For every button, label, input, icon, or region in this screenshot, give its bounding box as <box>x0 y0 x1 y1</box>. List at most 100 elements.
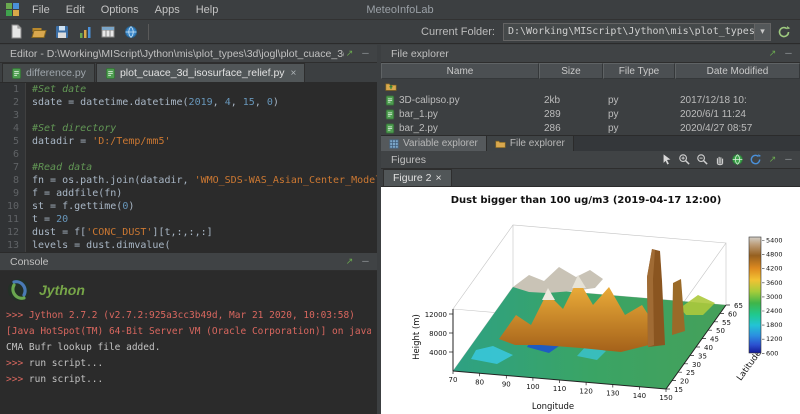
figure-canvas[interactable]: Dust bigger than 100 ug/m3 (2019-04-17 1… <box>381 187 800 414</box>
jython-logo: Jython <box>6 274 371 306</box>
zoom-in-icon[interactable] <box>678 153 691 166</box>
current-folder-combobox[interactable]: D:\Working\MIScript\Jython\mis\plot_type… <box>503 23 771 41</box>
y-tick-label: 55 <box>722 319 731 327</box>
refresh-icon[interactable] <box>774 22 794 42</box>
py-file-icon <box>385 123 395 134</box>
tab-file-explorer[interactable]: File explorer <box>487 136 574 151</box>
code-segment: fn = os.path.join(datadir, <box>32 175 195 186</box>
z-tick-label: 12000 <box>425 311 447 319</box>
rotate-icon[interactable] <box>749 153 762 166</box>
code-text <box>26 148 32 161</box>
file-explorer-controls: ↗ ─ <box>767 48 794 59</box>
pan-hand-icon[interactable] <box>714 153 726 166</box>
menu-help[interactable]: Help <box>189 3 226 17</box>
code-segment: 'CONC_DUST' <box>86 227 152 238</box>
code-segment: sdate = datetime.datetime( <box>32 97 189 108</box>
code-segment: dust = f[ <box>32 227 86 238</box>
menu-edit[interactable]: Edit <box>59 3 92 17</box>
colorbar-tick-label: 4800 <box>766 251 783 259</box>
column-header-date-modified[interactable]: Date Modified <box>675 63 800 79</box>
console-line: >>> run script... <box>6 356 371 372</box>
code-text: t = 20 <box>26 213 68 226</box>
console-line: CMA Bufr lookup file added. <box>6 340 371 356</box>
code-segment: 'WMO_SDS-WAS_Asian_Center_Model_Forecast <box>195 175 377 186</box>
code-editor[interactable]: 1#Set date 2sdate = datetime.datetime(20… <box>0 83 377 253</box>
code-line: 7#Read data <box>0 161 377 174</box>
y-tick-label: 35 <box>698 352 707 360</box>
tab-figure-2[interactable]: Figure 2 × <box>383 169 452 186</box>
globe-icon[interactable] <box>121 22 141 42</box>
float-icon[interactable]: ↗ <box>767 154 778 165</box>
line-number: 1 <box>0 83 26 96</box>
console-line: >>> Jython 2.7.2 (v2.7.2:925a3cc3b49d, M… <box>6 308 371 324</box>
code-segment: , <box>255 97 267 108</box>
code-segment: f = addfile(fn) <box>32 188 122 199</box>
file-size: 2kb <box>539 95 603 106</box>
x-tick-label: 90 <box>502 381 511 389</box>
float-icon[interactable]: ↗ <box>767 48 778 59</box>
zoom-out-icon[interactable] <box>696 153 709 166</box>
minimize-icon[interactable]: ─ <box>360 256 371 267</box>
close-icon[interactable]: × <box>291 68 297 79</box>
close-icon[interactable]: × <box>436 172 442 184</box>
code-line: 12dust = f['CONC_DUST'][t,:,:,:] <box>0 226 377 239</box>
float-icon[interactable]: ↗ <box>344 48 355 59</box>
console-body[interactable]: Jython >>> Jython 2.7.2 (v2.7.2:925a3cc3… <box>0 271 377 414</box>
menu-apps[interactable]: Apps <box>148 3 187 17</box>
table-row-parent-folder[interactable] <box>381 79 800 93</box>
minimize-icon[interactable]: ─ <box>783 48 794 59</box>
menu-options[interactable]: Options <box>94 3 146 17</box>
column-header-name[interactable]: Name <box>381 63 539 79</box>
x-tick-label: 80 <box>475 378 484 386</box>
figures-title: Figures <box>391 154 661 166</box>
chart-icon[interactable] <box>75 22 95 42</box>
menu-file[interactable]: File <box>25 3 57 17</box>
table-row[interactable]: bar_2.py 286 py 2020/4/27 08:57 <box>381 121 800 135</box>
code-line: 3 <box>0 109 377 122</box>
console-panel: Console ↗ ─ Jython >> <box>0 253 377 414</box>
py-file-icon <box>11 68 22 79</box>
file-type: py <box>603 95 675 106</box>
tab-difference-py[interactable]: difference.py <box>2 63 95 82</box>
table-icon[interactable] <box>98 22 118 42</box>
y-tick-label: 50 <box>716 327 725 335</box>
file-date: 2017/12/18 10: <box>675 95 800 106</box>
table-row[interactable]: 3D-calipso.py 2kb py 2017/12/18 10: <box>381 93 800 107</box>
colorbar-tick-label: 3000 <box>766 293 783 301</box>
console-segment: CMA Bufr lookup file added. <box>6 342 160 353</box>
y-tick-label: 20 <box>680 378 689 386</box>
file-name: bar_1.py <box>399 109 438 120</box>
code-text: fn = os.path.join(datadir, 'WMO_SDS-WAS_… <box>26 174 377 187</box>
code-segment: ) <box>128 201 134 212</box>
z-tick-marks <box>449 314 453 352</box>
select-arrow-icon[interactable] <box>661 153 673 166</box>
float-icon[interactable]: ↗ <box>344 256 355 267</box>
tab-plot-cuace-3d-isosurface-relief-py[interactable]: plot_cuace_3d_isosurface_relief.py × <box>96 63 305 82</box>
tab-label: Variable explorer <box>403 138 478 149</box>
line-number: 4 <box>0 122 26 135</box>
chevron-down-icon[interactable]: ▾ <box>754 24 770 40</box>
save-icon[interactable] <box>52 22 72 42</box>
minimize-icon[interactable]: ─ <box>783 154 794 165</box>
tab-variable-explorer[interactable]: Variable explorer <box>381 136 487 151</box>
table-row[interactable]: bar_1.py 289 py 2020/6/1 11:24 <box>381 107 800 121</box>
jython-logo-text: Jython <box>39 282 85 298</box>
code-text: datadir = 'D:/Temp/mm5' <box>26 135 171 148</box>
code-line: 5datadir = 'D:/Temp/mm5' <box>0 135 377 148</box>
code-segment: #Set date <box>32 84 86 95</box>
toolbar-separator <box>148 24 149 40</box>
column-header-size[interactable]: Size <box>539 63 603 79</box>
new-file-icon[interactable] <box>6 22 26 42</box>
py-file-icon <box>385 109 395 120</box>
x-tick-label: 100 <box>526 383 539 391</box>
code-text: #Set directory <box>26 122 116 135</box>
current-folder-value: D:\Working\MIScript\Jython\mis\plot_type… <box>504 26 754 37</box>
code-segment: #Read data <box>32 162 92 173</box>
line-number: 6 <box>0 148 26 161</box>
x-tick-label: 110 <box>553 385 566 393</box>
column-header-file-type[interactable]: File Type <box>603 63 675 79</box>
y-tick-label: 30 <box>692 361 701 369</box>
full-extent-globe-icon[interactable] <box>731 153 744 166</box>
open-folder-icon[interactable] <box>29 22 49 42</box>
minimize-icon[interactable]: ─ <box>360 48 371 59</box>
